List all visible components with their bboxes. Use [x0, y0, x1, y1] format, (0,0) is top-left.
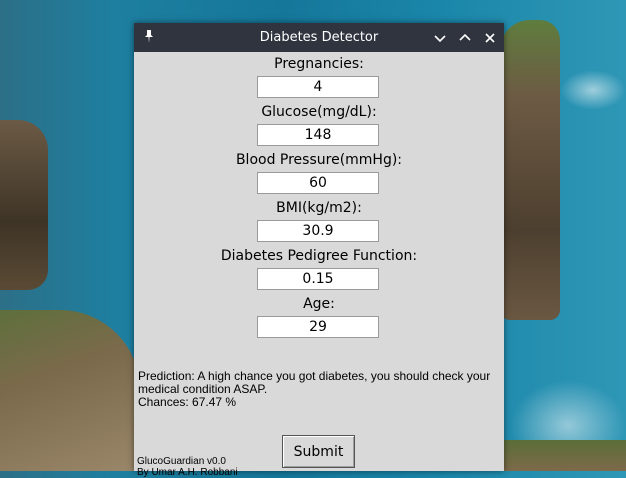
pedigree-label: Diabetes Pedigree Function: [220, 248, 418, 264]
window-titlebar[interactable]: Diabetes Detector [134, 23, 504, 52]
app-version: GlucoGuardian v0.0 [137, 456, 226, 467]
close-icon[interactable] [482, 30, 498, 46]
blood-pressure-label: Blood Pressure(mmHg): [235, 152, 403, 168]
wallpaper-cliff-right [500, 20, 560, 320]
submit-button[interactable]: Submit [282, 435, 355, 468]
age-input[interactable] [257, 316, 379, 338]
glucose-label: Glucose(mg/dL): [261, 104, 377, 120]
minimize-icon[interactable] [432, 30, 448, 46]
bmi-input[interactable] [257, 220, 379, 242]
age-label: Age: [303, 296, 335, 312]
prediction-text: Prediction: A high chance you got diabet… [138, 369, 491, 396]
wallpaper-foam [560, 70, 626, 110]
maximize-icon[interactable] [457, 30, 473, 46]
pregnancies-input[interactable] [257, 76, 379, 98]
chances-text: Chances: 67.47 % [138, 395, 237, 409]
bmi-label: BMI(kg/m2): [276, 200, 362, 216]
app-window: Diabetes Detector Pregnancies: Glucose(m… [134, 23, 504, 478]
wallpaper-cliff-left [0, 120, 48, 290]
pregnancies-label: Pregnancies: [274, 56, 364, 72]
glucose-input[interactable] [257, 124, 379, 146]
blood-pressure-input[interactable] [257, 172, 379, 194]
prediction-result: Prediction: A high chance you got diabet… [138, 370, 502, 409]
app-credits: GlucoGuardian v0.0 By Umar A.H. Robbani [137, 456, 277, 478]
app-author: By Umar A.H. Robbani [137, 467, 238, 478]
window-title: Diabetes Detector [259, 30, 379, 45]
wallpaper-shore-left [0, 310, 140, 471]
pedigree-input[interactable] [257, 268, 379, 290]
